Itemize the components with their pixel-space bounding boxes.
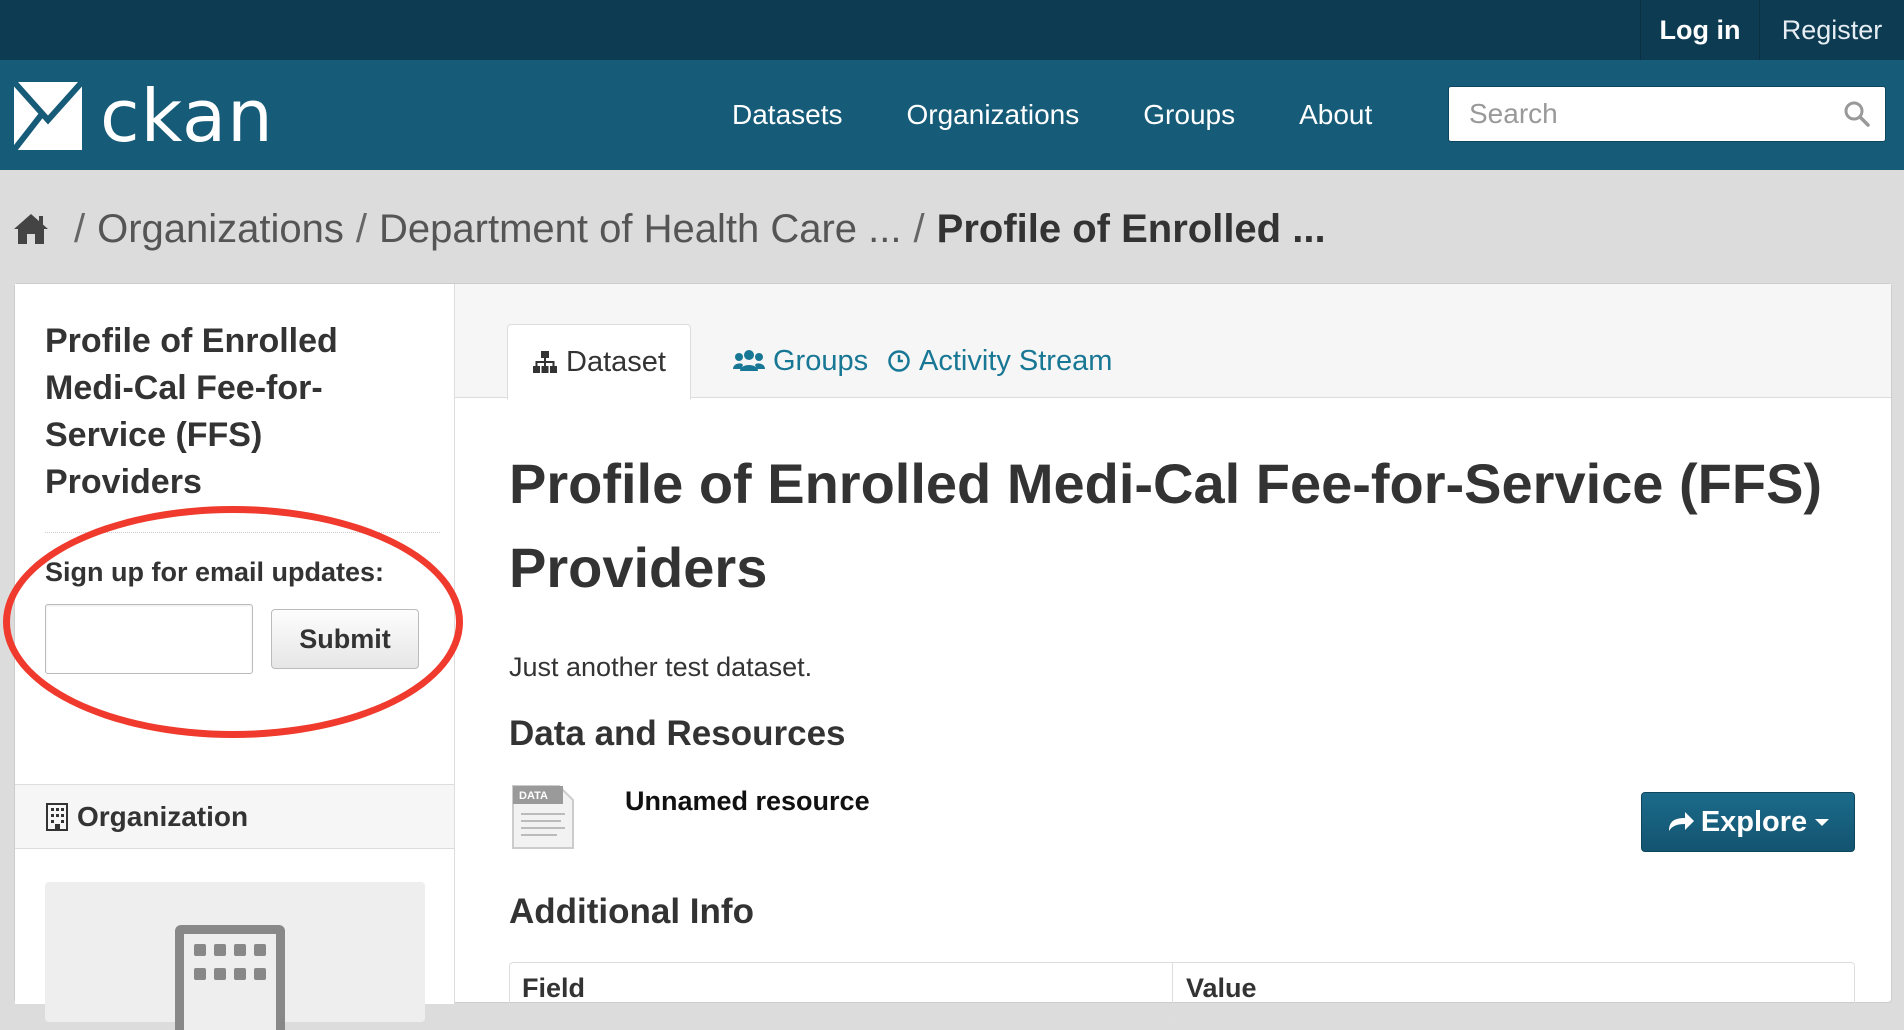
organization-image[interactable] (45, 882, 425, 1030)
breadcrumb-department[interactable]: Department of Health Care ... (379, 207, 901, 252)
main-nav: Datasets Organizations Groups About (700, 60, 1404, 170)
breadcrumb: / Organizations / Department of Health C… (12, 204, 1326, 254)
search-input[interactable] (1449, 87, 1829, 141)
additional-info-heading: Additional Info (509, 892, 754, 931)
clock-icon (888, 350, 910, 372)
main-wrapper: Profile of Enrolled Medi-Cal Fee-for-Ser… (3, 283, 1892, 1030)
nav-organizations[interactable]: Organizations (907, 99, 1080, 131)
building-icon (46, 802, 68, 831)
breadcrumb-separator: / (355, 206, 368, 251)
resources-heading: Data and Resources (509, 714, 846, 753)
users-icon (733, 350, 765, 371)
content-area: Dataset Groups Activity Stream Profile o… (455, 284, 1891, 1023)
tab-activity-stream[interactable]: Activity Stream (863, 324, 1136, 398)
dataset-notes: Just another test dataset. (509, 652, 813, 682)
brand-name: ckan (100, 74, 274, 158)
sidebar-divider (45, 532, 440, 533)
organization-heading: Organization (15, 784, 454, 849)
nav-groups[interactable]: Groups (1143, 99, 1235, 131)
sidebar-dataset-title: Profile of Enrolled Medi-Cal Fee-for-Ser… (45, 322, 338, 501)
additional-info-table: Field Value (509, 962, 1855, 1023)
table-divider (1172, 963, 1173, 1023)
resource-item-title[interactable]: Unnamed resource (625, 786, 870, 817)
account-bar: Log in Register (0, 0, 1904, 61)
explore-button-label: Explore (1700, 805, 1808, 838)
masthead: ckan Datasets Organizations Groups About (0, 60, 1904, 170)
table-header-value: Value (1186, 973, 1257, 1003)
tab-dataset-label: Dataset (566, 345, 666, 378)
site-logo[interactable]: ckan (12, 74, 273, 158)
tab-dataset[interactable]: Dataset (507, 324, 691, 400)
explore-button[interactable]: Explore (1641, 792, 1855, 852)
nav-about[interactable]: About (1299, 99, 1372, 131)
search-box (1448, 86, 1886, 142)
data-file-icon-label: DATA (519, 790, 548, 802)
tab-activity-stream-label: Activity Stream (919, 344, 1113, 377)
content-tabs: Dataset Groups Activity Stream (455, 284, 1891, 400)
breadcrumb-separator: / (913, 206, 925, 251)
ckan-logo-icon (12, 80, 84, 152)
sitemap-icon (533, 351, 557, 373)
nav-datasets[interactable]: Datasets (732, 99, 843, 131)
building-icon (175, 925, 285, 1030)
email-signup-label: Sign up for email updates: (45, 557, 385, 587)
table-header-field: Field (522, 973, 586, 1003)
breadcrumb-organizations[interactable]: Organizations (97, 207, 344, 252)
organization-heading-label: Organization (77, 800, 249, 832)
breadcrumb-current[interactable]: Profile of Enrolled ... (937, 207, 1326, 252)
login-link[interactable]: Log in (1640, 0, 1760, 60)
page-title: Profile of Enrolled Medi-Cal Fee-for-Ser… (509, 452, 1823, 599)
email-field[interactable] (45, 604, 253, 674)
tab-groups-label: Groups (773, 344, 869, 377)
home-icon[interactable] (12, 212, 50, 246)
caret-down-icon (1815, 818, 1830, 826)
register-link[interactable]: Register (1760, 0, 1904, 60)
share-icon (1668, 812, 1694, 831)
submit-button[interactable]: Submit (271, 609, 419, 669)
data-file-icon: DATA (512, 785, 574, 849)
breadcrumb-separator: / (74, 206, 86, 251)
search-icon[interactable] (1843, 100, 1871, 128)
sidebar: Profile of Enrolled Medi-Cal Fee-for-Ser… (3, 284, 463, 1030)
